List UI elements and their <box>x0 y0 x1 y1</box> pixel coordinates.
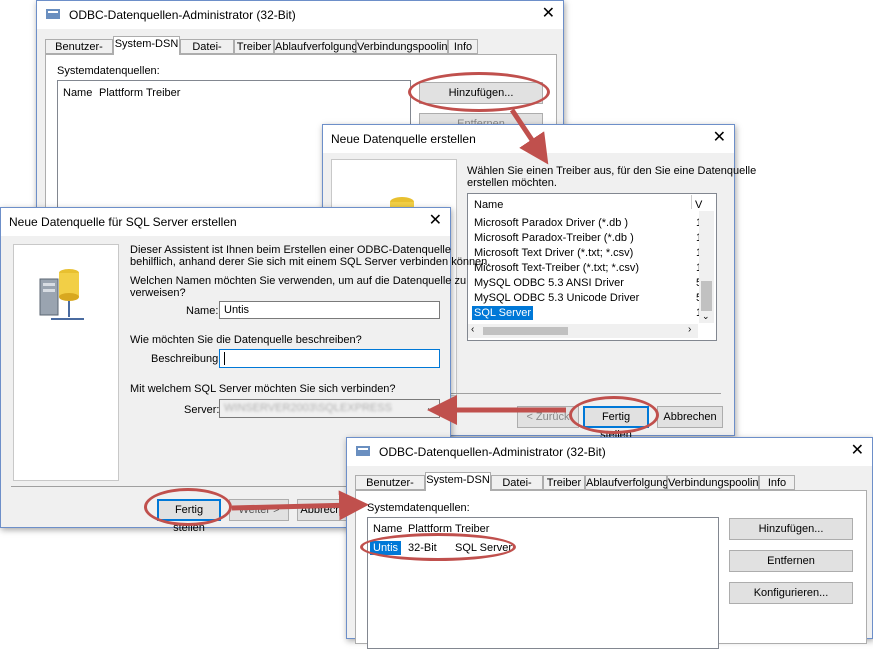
tab-info[interactable]: Info <box>448 39 478 54</box>
window-title: ODBC-Datenquellen-Administrator (32-Bit) <box>69 8 296 22</box>
column-header-platform[interactable]: Plattform <box>99 87 143 99</box>
title-bar: ODBC-Datenquellen-Administrator (32-Bit)… <box>37 1 563 29</box>
window-title: ODBC-Datenquellen-Administrator (32-Bit) <box>379 445 606 459</box>
window-title: Neue Datenquelle für SQL Server erstelle… <box>9 215 237 229</box>
remove-button[interactable]: Entfernen <box>729 550 853 572</box>
driver-item[interactable]: Microsoft Text-Treiber (*.txt; *.csv) <box>474 262 639 274</box>
server-label: Server: <box>184 404 220 416</box>
column-header-name[interactable]: Name <box>474 199 503 211</box>
server-database-icon <box>39 269 84 320</box>
vertical-scrollbar[interactable]: ⌄ <box>699 211 714 323</box>
chevron-left-icon[interactable]: ‹ <box>471 324 474 335</box>
description-label: Beschreibung: <box>151 353 222 365</box>
close-icon[interactable]: ✕ <box>713 130 726 146</box>
tab-system-dsn[interactable]: System-DSN <box>113 36 180 55</box>
driver-item[interactable]: MySQL ODBC 5.3 ANSI Driver <box>474 277 624 289</box>
name-input[interactable]: Untis <box>219 301 440 319</box>
highlight-ring-new-dsn-row <box>360 533 516 561</box>
close-icon[interactable]: ✕ <box>429 213 442 229</box>
text-cursor <box>224 352 225 365</box>
highlight-ring-finish-button-sql <box>144 488 232 526</box>
chevron-right-icon[interactable]: › <box>688 324 691 335</box>
tab-system-dsn[interactable]: System-DSN <box>425 472 491 491</box>
driver-item-selected[interactable]: SQL Server <box>472 306 534 320</box>
title-bar: Neue Datenquelle für SQL Server erstelle… <box>1 208 450 236</box>
horizontal-scrollbar[interactable]: ‹ › <box>468 324 698 338</box>
driver-item[interactable]: Microsoft Paradox Driver (*.db ) <box>474 217 628 229</box>
section-label: Systemdatenquellen: <box>57 65 160 77</box>
odbc-app-icon <box>356 446 370 456</box>
intro-text-line2: behilflich, anhand derer Sie sich mit ei… <box>130 256 491 268</box>
name-question-line1: Welchen Namen möchten Sie verwenden, um … <box>130 275 467 287</box>
tab-benutzer-dsn[interactable]: Benutzer-DSN <box>355 475 425 504</box>
chevron-down-icon[interactable]: ⌄ <box>702 311 710 322</box>
driver-item[interactable]: Microsoft Paradox-Treiber (*.db ) <box>474 232 634 244</box>
cancel-button[interactable]: Abbrechen <box>657 406 723 428</box>
tab-treiber[interactable]: Treiber <box>543 475 585 490</box>
chevron-down-icon[interactable]: ⌄ <box>426 400 435 417</box>
tab-benutzer-dsn[interactable]: Benutzer-DSN <box>45 39 113 68</box>
instruction-text-line2: erstellen möchten. <box>467 177 557 189</box>
highlight-ring-add-button <box>408 72 550 112</box>
tab-info[interactable]: Info <box>759 475 795 490</box>
column-header-version[interactable]: V <box>695 199 702 211</box>
header-separator <box>691 195 692 209</box>
server-combobox[interactable]: WINSERVER2003\SQLEXPRESS ⌄ <box>219 399 440 418</box>
scroll-thumb[interactable] <box>701 281 712 311</box>
name-label: Name: <box>186 305 219 317</box>
close-icon[interactable]: ✕ <box>542 6 555 22</box>
title-bar: Neue Datenquelle erstellen ✕ <box>323 125 734 153</box>
window-title: Neue Datenquelle erstellen <box>331 132 476 146</box>
driver-item[interactable]: Microsoft Text Driver (*.txt; *.csv) <box>474 247 633 259</box>
description-question: Wie möchten Sie die Datenquelle beschrei… <box>130 334 362 346</box>
highlight-ring-finish-button-driver <box>569 396 659 434</box>
name-question-line2: verweisen? <box>130 287 186 299</box>
title-bar: ODBC-Datenquellen-Administrator (32-Bit)… <box>347 438 872 466</box>
configure-button[interactable]: Konfigurieren... <box>729 582 853 604</box>
odbc-app-icon <box>46 9 60 19</box>
tab-ablaufverfolgung[interactable]: Ablaufverfolgung <box>585 475 669 490</box>
driver-item[interactable]: MySQL ODBC 5.3 Unicode Driver <box>474 292 639 304</box>
server-question: Mit welchem SQL Server möchten Sie sich … <box>130 383 396 395</box>
wizard-image-panel <box>13 244 119 481</box>
tab-ablaufverfolgung[interactable]: Ablaufverfolgung <box>274 39 358 54</box>
tab-verbindungspooling[interactable]: Verbindungspooling <box>667 475 765 490</box>
tab-datei-dsn[interactable]: Datei-DSN <box>491 475 543 504</box>
section-label: Systemdatenquellen: <box>367 502 470 514</box>
add-button[interactable]: Hinzufügen... <box>729 518 853 540</box>
description-input[interactable] <box>219 349 440 368</box>
tab-treiber[interactable]: Treiber <box>234 39 274 54</box>
column-header-name[interactable]: Name <box>373 523 402 535</box>
instruction-text-line1: Wählen Sie einen Treiber aus, für den Si… <box>467 165 757 177</box>
column-header-driver[interactable]: Treiber <box>146 87 180 99</box>
next-button[interactable]: Weiter > <box>229 499 289 521</box>
server-value: WINSERVER2003\SQLEXPRESS <box>224 402 392 414</box>
scroll-thumb[interactable] <box>483 327 568 335</box>
tab-datei-dsn[interactable]: Datei-DSN <box>180 39 234 68</box>
intro-text-line1: Dieser Assistent ist Ihnen beim Erstelle… <box>130 244 451 256</box>
close-icon[interactable]: ✕ <box>851 443 864 459</box>
tab-verbindungspooling[interactable]: Verbindungspooling <box>356 39 454 54</box>
column-header-name[interactable]: Name <box>63 87 92 99</box>
